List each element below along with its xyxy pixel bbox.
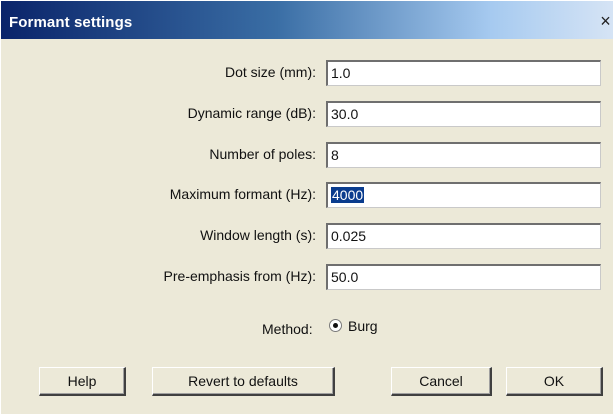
window-length-row: Window length (s): 0.025: [1, 223, 613, 249]
maximum-formant-field[interactable]: 4000: [326, 182, 601, 208]
pre-emphasis-label: Pre-emphasis from (Hz):: [163, 268, 316, 284]
close-icon[interactable]: ×: [597, 12, 613, 30]
pre-emphasis-field[interactable]: 50.0: [326, 264, 601, 290]
number-of-poles-row: Number of poles: 8: [1, 142, 613, 168]
pre-emphasis-row: Pre-emphasis from (Hz): 50.0: [1, 264, 613, 290]
window-title: Formant settings: [9, 14, 133, 31]
number-of-poles-field[interactable]: 8: [326, 142, 601, 168]
formant-settings-dialog: Formant settings × Dot size (mm): 1.0 Dy…: [0, 0, 613, 414]
maximum-formant-row: Maximum formant (Hz): 4000: [1, 182, 613, 208]
method-burg-label[interactable]: Burg: [348, 318, 378, 334]
dot-size-label: Dot size (mm):: [225, 64, 316, 80]
radio-checked-dot: [333, 323, 338, 328]
method-burg-radio[interactable]: [329, 319, 342, 332]
dynamic-range-label: Dynamic range (dB):: [187, 105, 316, 121]
dynamic-range-field[interactable]: 30.0: [326, 101, 601, 127]
help-button[interactable]: Help: [39, 367, 126, 396]
ok-button[interactable]: OK: [506, 367, 603, 396]
revert-to-defaults-button[interactable]: Revert to defaults: [152, 367, 335, 396]
number-of-poles-label: Number of poles:: [209, 146, 316, 162]
maximum-formant-label: Maximum formant (Hz):: [169, 186, 316, 202]
window-length-label: Window length (s):: [200, 227, 316, 243]
window-length-field[interactable]: 0.025: [326, 223, 601, 249]
dynamic-range-row: Dynamic range (dB): 30.0: [1, 101, 613, 127]
method-label: Method:: [262, 321, 313, 337]
title-bar[interactable]: Formant settings ×: [1, 1, 613, 39]
dot-size-field[interactable]: 1.0: [326, 60, 601, 86]
dot-size-row: Dot size (mm): 1.0: [1, 60, 613, 86]
selected-text: 4000: [331, 187, 365, 203]
cancel-button[interactable]: Cancel: [391, 367, 492, 396]
